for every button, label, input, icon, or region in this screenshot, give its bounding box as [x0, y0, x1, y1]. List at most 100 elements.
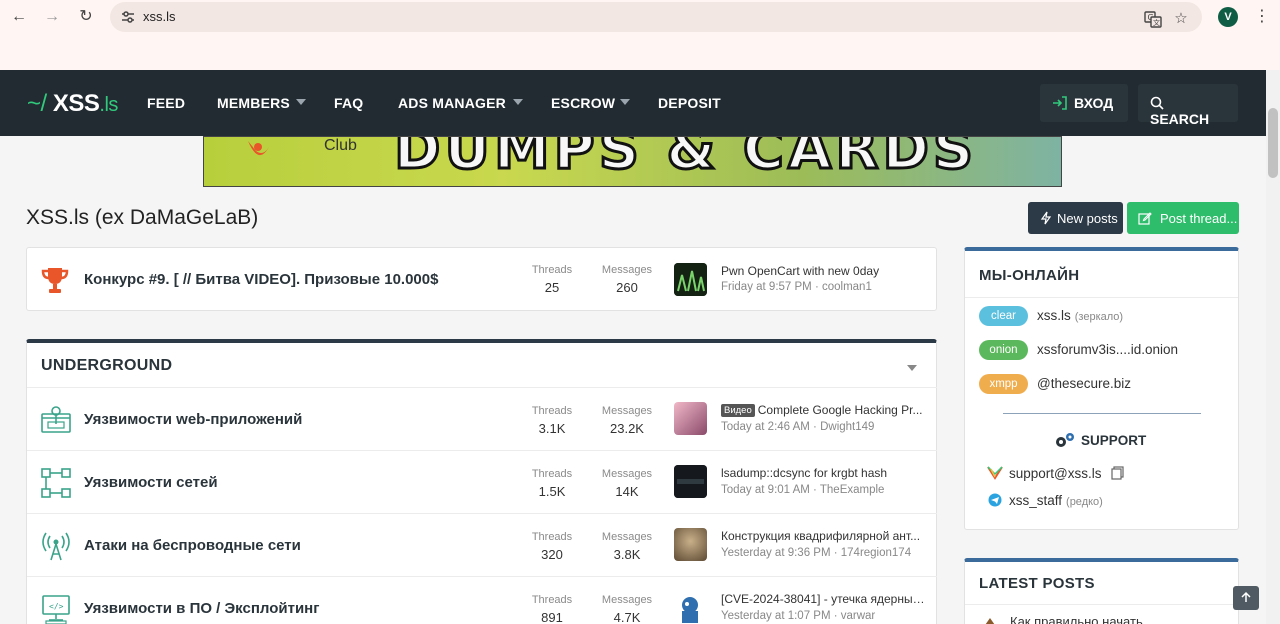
copy-icon[interactable] [1111, 466, 1124, 480]
avatar[interactable] [674, 465, 707, 498]
last-post-meta[interactable]: Yesterday at 9:36 PM · 174region174 [721, 547, 911, 559]
threads-count: 891 [541, 610, 563, 624]
site-logo[interactable]: ~/ XSS.ls [27, 90, 118, 118]
scroll-top-button[interactable] [1233, 586, 1259, 610]
threads-count: 1.5K [538, 484, 566, 499]
collapse-chevron-icon[interactable] [907, 365, 917, 371]
threads-count: 3.1K [538, 421, 566, 436]
avatar[interactable] [674, 402, 707, 435]
support-gears-icon [1056, 433, 1074, 447]
ad-banner[interactable]: Club DUMPS & CARDS [203, 136, 1062, 187]
node-title[interactable]: Уязвимости web-приложений [84, 411, 302, 428]
last-post-meta[interactable]: Today at 9:01 AM · TheExample [721, 484, 884, 496]
last-post-meta[interactable]: Yesterday at 1:07 PM · varwar [721, 610, 875, 622]
nav-feed[interactable]: FEED [147, 95, 185, 111]
banner-club-text: Club [324, 137, 357, 154]
last-post-title[interactable]: [CVE-2024-38041] - утечка ядерных... [721, 592, 926, 606]
online-header: МЫ-ОНЛАЙН [979, 267, 1080, 284]
page-title: XSS.ls (ex DaMaGeLaB) [26, 206, 259, 229]
messages-label: Messages [601, 468, 653, 480]
latest-posts-widget: LATEST POSTS Как правильно начать [964, 558, 1239, 624]
clear-pill: clear [979, 306, 1028, 326]
mirror-clear-text[interactable]: xss.ls [1037, 308, 1071, 323]
mirror-clear[interactable]: xss.ls (зеркало) [1037, 308, 1123, 323]
nav-deposit[interactable]: DEPOSIT [658, 95, 721, 111]
support-divider [1003, 413, 1201, 414]
last-post-title[interactable]: lsadump::dcsync for krgbt hash [721, 466, 926, 480]
address-bar[interactable]: xss.ls G文 ☆ [110, 2, 1202, 32]
members-chevron-down-icon[interactable] [296, 99, 306, 105]
mirror-xmpp[interactable]: @thesecure.biz [1037, 376, 1131, 391]
avatar[interactable] [674, 591, 707, 624]
escrow-chevron-down-icon[interactable] [620, 99, 630, 105]
latest-post-title[interactable]: Как правильно начать [1010, 614, 1143, 624]
post-thread-label: Post thread... [1160, 211, 1238, 226]
support-telegram[interactable]: xss_staff [1009, 493, 1062, 508]
logo-tilde: ~/ [27, 90, 47, 117]
support-email[interactable]: support@xss.ls [1009, 466, 1101, 481]
search-button[interactable]: SEARCH [1138, 84, 1238, 127]
last-post-title[interactable]: Pwn OpenCart with new 0day [721, 264, 926, 278]
forum-node[interactable]: Атаки на беспроводные сети Threads 320 M… [27, 513, 937, 576]
forum-node[interactable]: Уязвимости сетей Threads 1.5K Messages 1… [27, 450, 937, 513]
reload-icon[interactable]: ↻ [75, 6, 97, 28]
telegram-note: (редко) [1066, 496, 1103, 508]
back-icon[interactable]: ← [8, 6, 30, 28]
messages-label: Messages [601, 405, 653, 417]
web-app-icon [41, 406, 71, 433]
support-telegram-row[interactable]: xss_staff (редко) [987, 493, 1103, 508]
search-icon [1150, 96, 1164, 110]
last-post-title-text[interactable]: Complete Google Hacking Pr... [758, 403, 923, 417]
node-title[interactable]: Конкурс #9. [ // Битва VIDEO]. Призовые … [84, 271, 438, 288]
last-post-title[interactable]: Конструкция квадрифилярной ант... [721, 529, 926, 543]
browser-menu-icon[interactable]: ⋮ [1254, 6, 1270, 28]
last-post-meta[interactable]: Today at 2:46 AM · Dwight149 [721, 421, 874, 433]
avatar[interactable] [674, 263, 707, 296]
wireless-antenna-icon [42, 532, 70, 561]
login-button[interactable]: ВХОД [1040, 84, 1128, 122]
ads-chevron-down-icon[interactable] [513, 99, 523, 105]
last-post-title[interactable]: Видео Complete Google Hacking Pr... [721, 403, 926, 417]
node-title[interactable]: Атаки на беспроводные сети [84, 537, 301, 554]
svg-text:文: 文 [1153, 18, 1160, 27]
messages-label: Messages [601, 594, 653, 606]
threads-label: Threads [531, 468, 573, 480]
messages-label: Messages [601, 264, 653, 276]
translate-icon[interactable]: G文 [1144, 10, 1162, 28]
network-icon [41, 468, 71, 498]
mirror-onion[interactable]: xssforumv3is....id.onion [1037, 342, 1178, 357]
forward-icon[interactable]: → [41, 6, 63, 28]
site-settings-icon[interactable] [120, 9, 136, 25]
header-divider [965, 297, 1238, 298]
node-title[interactable]: Уязвимости сетей [84, 474, 218, 491]
avatar[interactable] [674, 528, 707, 561]
support-email-row[interactable]: support@xss.ls [987, 466, 1124, 481]
onion-pill: onion [979, 340, 1028, 360]
new-posts-button[interactable]: New posts [1028, 202, 1123, 234]
arrow-up-icon [1241, 591, 1251, 602]
mail-icon [987, 466, 1003, 480]
category-header[interactable]: UNDERGROUND [41, 357, 172, 375]
contest-node[interactable]: Конкурс #9. [ // Битва VIDEO]. Призовые … [26, 247, 937, 311]
support-header: SUPPORT [1081, 433, 1147, 448]
threads-count: 320 [541, 547, 563, 562]
post-thread-button[interactable]: Post thread... [1127, 202, 1239, 234]
nav-ads-manager[interactable]: ADS MANAGER [398, 95, 506, 111]
logo-main: XSS [52, 90, 100, 117]
page-scrollbar-thumb[interactable] [1268, 108, 1278, 178]
nav-members[interactable]: MEMBERS [217, 95, 290, 111]
node-title[interactable]: Уязвимости в ПО / Эксплойтинг [84, 600, 320, 617]
nav-faq[interactable]: FAQ [334, 95, 363, 111]
forum-node[interactable]: Уязвимости web-приложений Threads 3.1K M… [27, 387, 937, 450]
bookmark-star-icon[interactable]: ☆ [1172, 10, 1190, 28]
nav-escrow[interactable]: ESCROW [551, 95, 615, 111]
url-text[interactable]: xss.ls [143, 9, 176, 24]
messages-count: 4.7K [613, 610, 641, 624]
messages-count: 3.8K [613, 547, 641, 562]
xmpp-pill: xmpp [979, 374, 1028, 394]
forum-node[interactable]: </> Уязвимости в ПО / Эксплойтинг Thread… [27, 576, 937, 624]
banner-mascot-icon [248, 141, 270, 156]
profile-avatar[interactable]: V [1218, 7, 1238, 27]
last-post-meta[interactable]: Friday at 9:57 PM · coolman1 [721, 281, 872, 293]
trophy-icon [41, 268, 69, 293]
